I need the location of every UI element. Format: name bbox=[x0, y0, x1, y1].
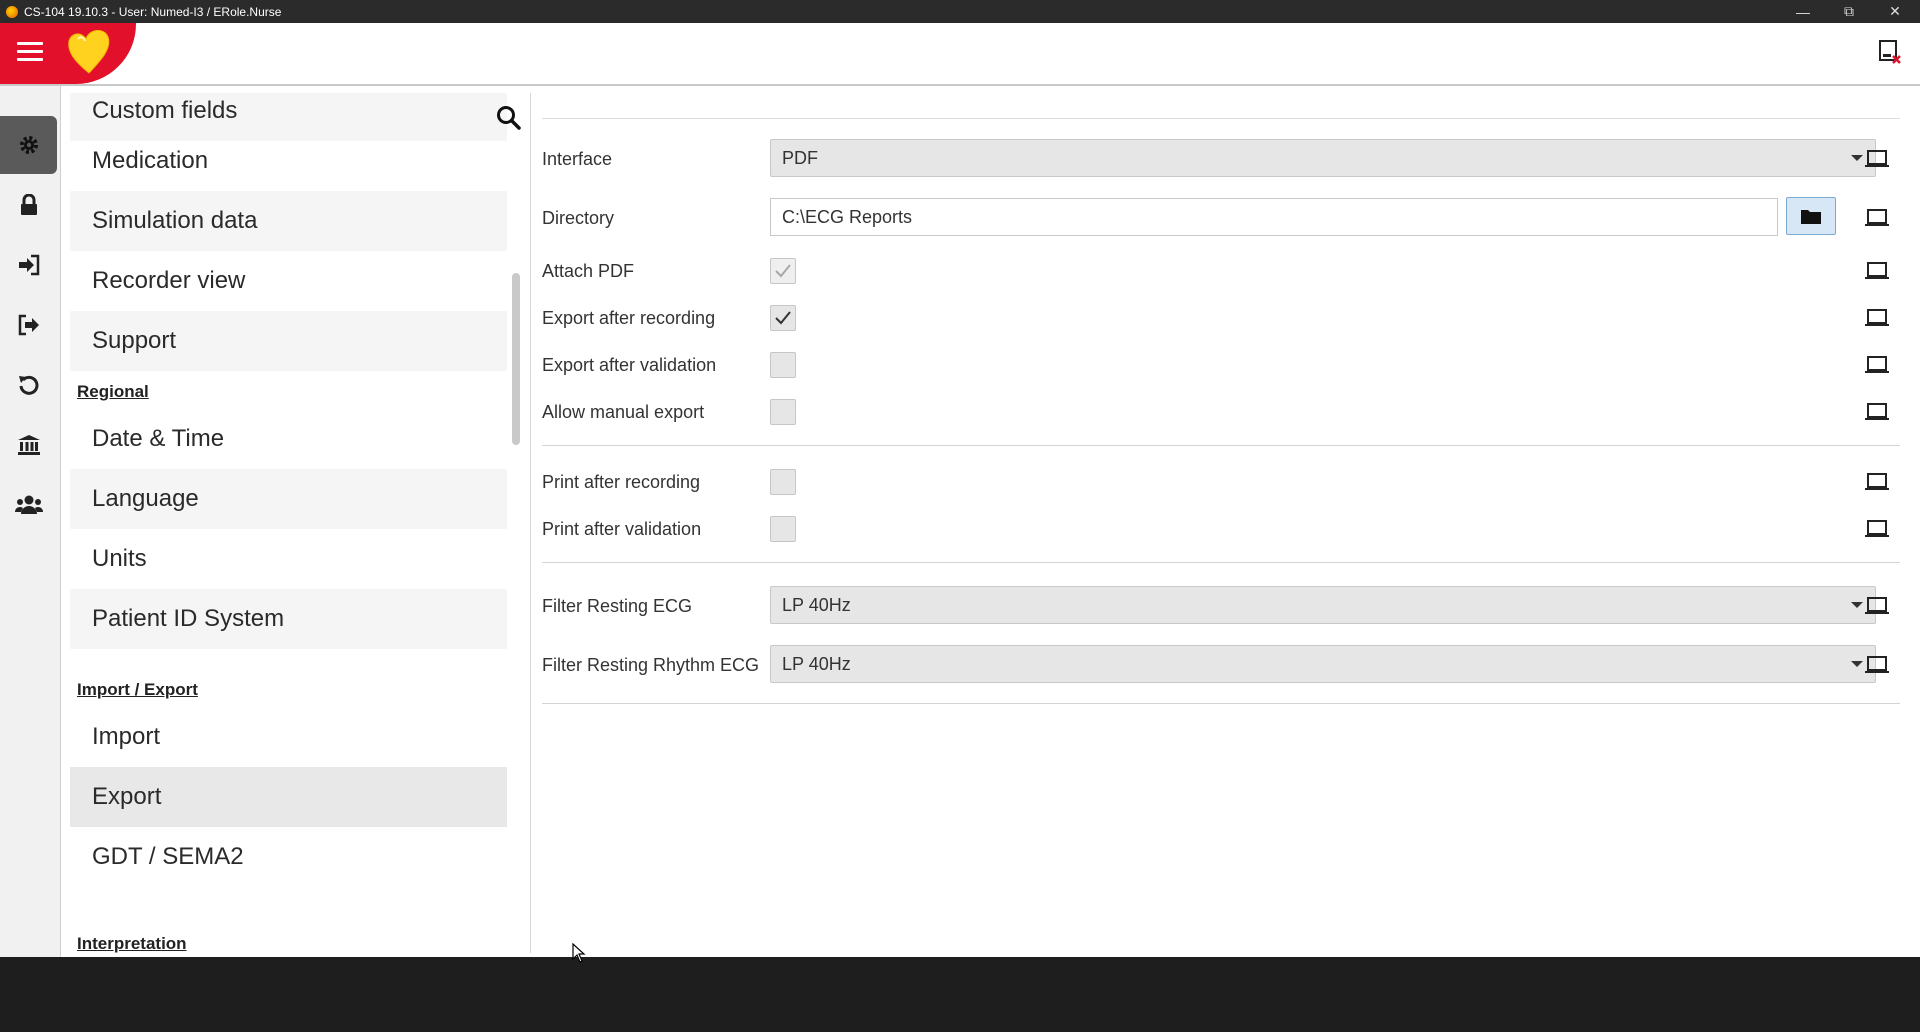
settings-nav: Custom fields Medication Simulation data… bbox=[70, 93, 531, 953]
divider bbox=[542, 562, 1900, 563]
nav-item-export[interactable]: Export bbox=[70, 767, 507, 827]
directory-field[interactable]: C:\ECG Reports bbox=[770, 198, 1778, 236]
close-button[interactable]: ✕ bbox=[1872, 0, 1918, 23]
filter-resting-rhythm-ecg-value: LP 40Hz bbox=[782, 653, 851, 674]
title-bar: CS-104 19.10.3 - User: Numed-I3 / ERole.… bbox=[0, 0, 1920, 23]
lock-icon[interactable] bbox=[0, 176, 57, 234]
interface-value: PDF bbox=[782, 147, 818, 168]
filter-resting-ecg-dropdown[interactable]: LP 40Hz bbox=[770, 586, 1876, 624]
attach-pdf-checkbox[interactable] bbox=[770, 258, 796, 284]
nav-item-language[interactable]: Language bbox=[70, 469, 507, 529]
window-title: CS-104 19.10.3 - User: Numed-I3 / ERole.… bbox=[24, 4, 282, 19]
laptop-icon[interactable] bbox=[1864, 208, 1890, 228]
laptop-icon[interactable] bbox=[1864, 596, 1890, 616]
filter-resting-rhythm-ecg-label: Filter Resting Rhythm ECG bbox=[542, 655, 760, 675]
gear-icon[interactable] bbox=[0, 116, 57, 174]
app-icon bbox=[6, 5, 18, 18]
laptop-icon[interactable] bbox=[1864, 261, 1890, 281]
restore-button[interactable]: ⧉ bbox=[1826, 0, 1872, 23]
export-after-recording-checkbox[interactable] bbox=[770, 305, 796, 331]
institution-icon[interactable] bbox=[0, 416, 57, 474]
nav-item-import[interactable]: Import bbox=[70, 707, 507, 767]
export-after-validation-checkbox[interactable] bbox=[770, 352, 796, 378]
export-settings-panel: Interface PDF Directory C:\ECG Reports A… bbox=[542, 93, 1902, 953]
app-window: Custom fields Medication Simulation data… bbox=[0, 23, 1920, 963]
export-after-validation-label: Export after validation bbox=[542, 355, 717, 375]
chevron-down-icon bbox=[1851, 602, 1863, 608]
laptop-icon[interactable] bbox=[1864, 519, 1890, 539]
filter-resting-rhythm-ecg-dropdown[interactable]: LP 40Hz bbox=[770, 645, 1876, 683]
filter-resting-ecg-value: LP 40Hz bbox=[782, 594, 851, 615]
search-icon[interactable] bbox=[496, 105, 522, 131]
icon-rail bbox=[0, 86, 61, 957]
chevron-down-icon bbox=[1851, 155, 1863, 161]
nav-item-gdt-sema2[interactable]: GDT / SEMA2 bbox=[70, 827, 507, 887]
print-after-recording-checkbox[interactable] bbox=[770, 469, 796, 495]
allow-manual-export-checkbox[interactable] bbox=[770, 399, 796, 425]
laptop-icon[interactable] bbox=[1864, 402, 1890, 422]
print-after-validation-label: Print after validation bbox=[542, 519, 702, 539]
undo-icon[interactable] bbox=[0, 356, 57, 414]
device-disconnected-icon[interactable] bbox=[1878, 39, 1902, 65]
checkmark-icon bbox=[775, 264, 791, 278]
divider bbox=[542, 118, 1900, 119]
laptop-icon[interactable] bbox=[1864, 149, 1890, 169]
nav-item-units[interactable]: Units bbox=[70, 529, 507, 589]
folder-icon bbox=[1801, 210, 1821, 224]
allow-manual-export-label: Allow manual export bbox=[542, 402, 705, 422]
nav-item-date-time[interactable]: Date & Time bbox=[70, 409, 507, 469]
print-after-validation-checkbox[interactable] bbox=[770, 516, 796, 542]
laptop-icon[interactable] bbox=[1864, 355, 1890, 375]
directory-value: C:\ECG Reports bbox=[782, 206, 913, 227]
divider bbox=[542, 703, 1900, 704]
attach-pdf-label: Attach PDF bbox=[542, 261, 635, 281]
browse-folder-button[interactable] bbox=[1786, 197, 1836, 235]
filter-resting-ecg-label: Filter Resting ECG bbox=[542, 596, 693, 616]
laptop-icon[interactable] bbox=[1864, 655, 1890, 675]
heart-logo-icon bbox=[68, 30, 110, 74]
laptop-icon[interactable] bbox=[1864, 472, 1890, 492]
interface-label: Interface bbox=[542, 149, 613, 169]
minimize-button[interactable]: — bbox=[1780, 0, 1826, 23]
nav-scrollbar[interactable] bbox=[512, 273, 520, 445]
laptop-icon[interactable] bbox=[1864, 308, 1890, 328]
section-import-export: Import / Export bbox=[77, 680, 198, 699]
app-header bbox=[0, 23, 1920, 86]
users-icon[interactable] bbox=[0, 476, 57, 534]
chevron-down-icon bbox=[1851, 661, 1863, 667]
directory-label: Directory bbox=[542, 208, 615, 228]
nav-item-medication[interactable]: Medication bbox=[70, 131, 507, 191]
sign-out-icon[interactable] bbox=[0, 296, 57, 354]
mouse-cursor-icon bbox=[572, 943, 586, 963]
export-after-recording-label: Export after recording bbox=[542, 308, 716, 328]
sign-in-icon[interactable] bbox=[0, 236, 57, 294]
interface-dropdown[interactable]: PDF bbox=[770, 139, 1876, 177]
nav-item-support[interactable]: Support bbox=[70, 311, 507, 371]
section-regional: Regional bbox=[77, 382, 149, 401]
nav-item-simulation-data[interactable]: Simulation data bbox=[70, 191, 507, 251]
print-after-recording-label: Print after recording bbox=[542, 472, 701, 492]
hamburger-icon[interactable] bbox=[17, 42, 43, 62]
section-interpretation: Interpretation bbox=[77, 934, 187, 953]
nav-item-recorder-view[interactable]: Recorder view bbox=[70, 251, 507, 311]
nav-item-patient-id-system[interactable]: Patient ID System bbox=[70, 589, 507, 649]
checkmark-icon bbox=[775, 311, 791, 325]
divider bbox=[542, 445, 1900, 446]
